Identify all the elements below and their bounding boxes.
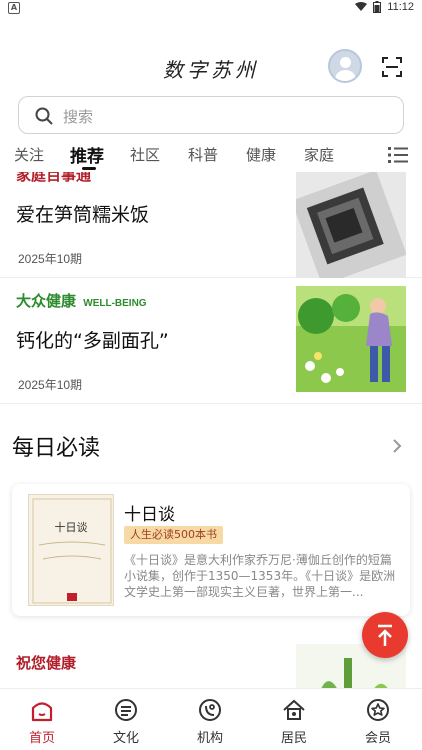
article-brand: 祝您健康: [16, 654, 77, 672]
active-tab-indicator: [82, 167, 96, 170]
home-icon: [31, 702, 53, 722]
article-issue: 2025年10期: [18, 378, 83, 392]
resident-icon: [283, 699, 305, 720]
section-title: 每日必读: [12, 436, 101, 461]
tab-community[interactable]: 社区: [130, 144, 160, 165]
article-brand-sub: WELL-BEING: [83, 298, 147, 309]
nav-label: 居民: [280, 731, 307, 746]
tab-science[interactable]: 科普: [188, 144, 218, 165]
nav-resident[interactable]: 居民: [264, 693, 324, 749]
list-item[interactable]: 大众健康 WELL-BEING 钙化的“多副面孔” 2025年10期: [0, 278, 422, 404]
book-badge: 人生必读500本书: [124, 526, 223, 544]
nav-member[interactable]: 会员: [348, 693, 408, 749]
book-card[interactable]: 十日谈 十日谈 人生必读500本书 《十日谈》是意大利作家乔万尼·薄伽丘创作的短…: [12, 484, 410, 616]
article-thumbnail: [296, 172, 406, 278]
bottom-nav: 首页 文化 机构 居民 会员: [0, 688, 422, 750]
status-bar: A 11:12: [0, 0, 422, 18]
article-title: 钙化的“多副面孔”: [16, 330, 169, 352]
tab-follow[interactable]: 关注: [14, 144, 44, 165]
article-brand: 大众健康 WELL-BEING: [16, 292, 147, 310]
nav-label: 会员: [364, 731, 391, 746]
list-item[interactable]: 祝您健康: [0, 636, 422, 688]
list-item[interactable]: 家庭百事通 爱在笋筒糯米饭 2025年10期: [0, 172, 422, 278]
book-cover: 十日谈: [28, 494, 114, 606]
nav-culture[interactable]: 文化: [96, 693, 156, 749]
scan-icon[interactable]: [382, 57, 402, 77]
clock: 11:12: [387, 1, 414, 13]
nav-label: 文化: [112, 731, 139, 746]
app-header: 数字苏州: [0, 40, 422, 92]
book-cover-art: [32, 498, 112, 604]
search-placeholder: 搜索: [63, 108, 94, 126]
institution-icon: [199, 699, 221, 721]
book-title: 十日谈: [124, 505, 175, 525]
tab-health[interactable]: 健康: [246, 144, 276, 165]
feed[interactable]: 家庭百事通 爱在笋筒糯米饭 2025年10期 大众健康 WELL-BEING 钙…: [0, 172, 422, 688]
article-brand: 家庭百事通: [16, 172, 92, 184]
tab-recommend[interactable]: 推荐: [70, 142, 104, 167]
chevron-right-icon[interactable]: [392, 438, 402, 454]
member-icon: [367, 699, 389, 721]
wifi-icon: [355, 2, 368, 11]
avatar[interactable]: [328, 49, 362, 83]
back-to-top-button[interactable]: [362, 612, 408, 658]
nav-label: 机构: [196, 731, 223, 746]
notification-icon: A: [8, 2, 20, 14]
article-title: 爱在笋筒糯米饭: [16, 204, 150, 226]
nav-label: 首页: [28, 731, 55, 746]
book-cover-title: 十日谈: [54, 521, 88, 534]
search-input[interactable]: 搜索: [18, 96, 404, 134]
tab-menu-icon[interactable]: [388, 146, 408, 164]
nav-institution[interactable]: 机构: [180, 693, 240, 749]
article-issue: 2025年10期: [18, 252, 83, 266]
battery-icon: [373, 1, 382, 13]
arrow-up-icon: [378, 624, 392, 646]
book-description: 《十日谈》是意大利作家乔万尼·薄伽丘创作的短篇小说集，创作于1350—1353年…: [124, 553, 396, 599]
tab-family[interactable]: 家庭: [304, 144, 334, 165]
article-thumbnail: [296, 286, 406, 392]
culture-icon: [115, 699, 137, 721]
status-icons: 11:12: [355, 1, 414, 13]
search-icon: [35, 107, 53, 125]
category-tabs: 关注 推荐 社区 科普 健康 家庭: [0, 140, 422, 170]
nav-home[interactable]: 首页: [12, 693, 72, 749]
